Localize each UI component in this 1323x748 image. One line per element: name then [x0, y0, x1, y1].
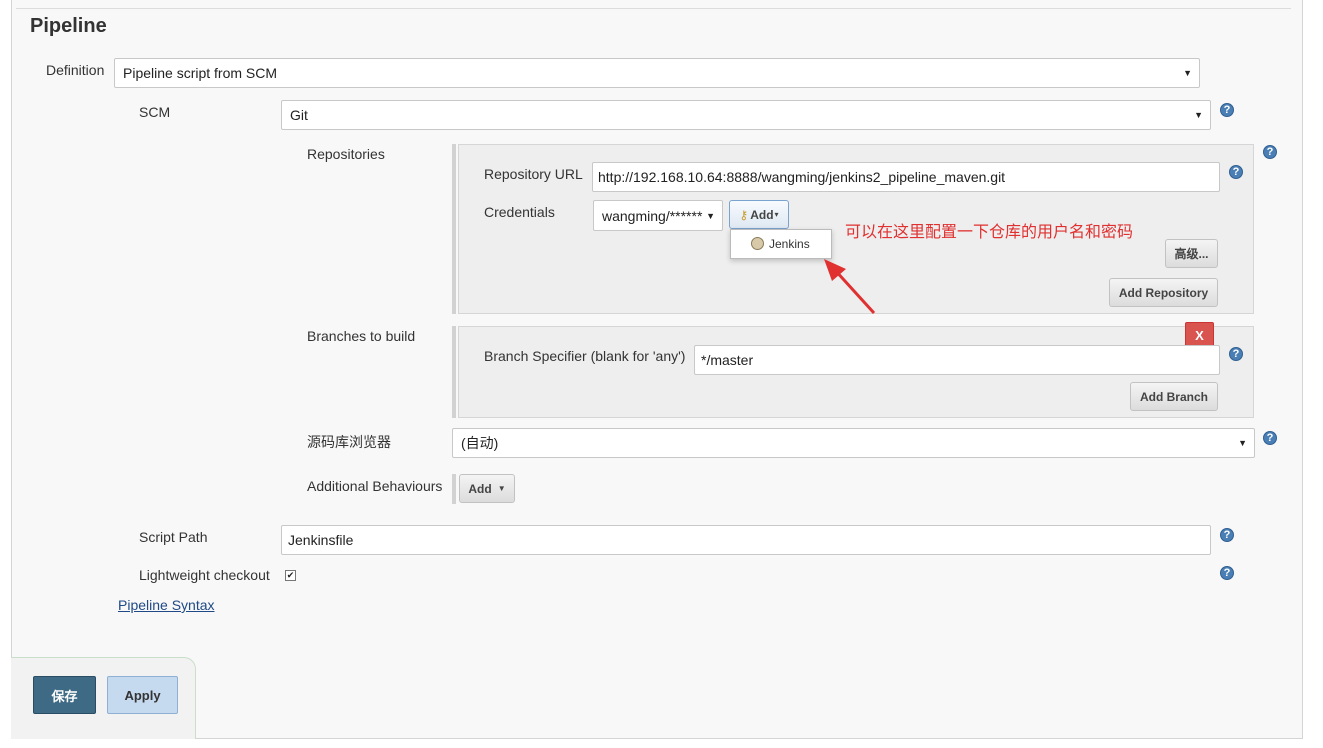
help-icon[interactable]: ?: [1229, 347, 1243, 361]
credentials-value: wangming/******: [602, 207, 703, 224]
save-label: 保存: [51, 688, 78, 704]
advanced-label: 高级...: [1174, 247, 1209, 261]
lightweight-checkout-label: Lightweight checkout: [139, 567, 270, 583]
repository-url-value: http://192.168.10.64:8888/wangming/jenki…: [598, 169, 1006, 185]
credentials-select[interactable]: wangming/****** ▼: [593, 200, 723, 231]
branch-specifier-input[interactable]: */master: [694, 345, 1220, 375]
branch-specifier-label: Branch Specifier (blank for 'any'): [484, 348, 686, 364]
repositories-label: Repositories: [307, 146, 385, 162]
definition-select[interactable]: Pipeline script from SCM ▼: [114, 58, 1200, 88]
definition-label: Definition: [46, 62, 105, 78]
credentials-label: Credentials: [484, 204, 555, 220]
add-credentials-label: Add: [750, 207, 774, 222]
jenkins-icon: [751, 237, 764, 250]
chevron-down-icon: ▼: [706, 210, 715, 221]
additional-behaviours-label: Additional Behaviours: [307, 478, 443, 494]
pipeline-syntax-link[interactable]: Pipeline Syntax: [118, 597, 215, 613]
repo-browser-select[interactable]: (自动) ▼: [452, 428, 1255, 458]
caret-down-icon: ▾: [774, 210, 779, 219]
branches-label: Branches to build: [307, 328, 416, 344]
help-icon[interactable]: ?: [1220, 103, 1234, 117]
script-path-input[interactable]: Jenkinsfile: [281, 525, 1211, 555]
help-icon[interactable]: ?: [1220, 566, 1234, 580]
save-button[interactable]: 保存: [33, 676, 96, 714]
help-icon[interactable]: ?: [1220, 528, 1234, 542]
chevron-down-icon: ▼: [1194, 110, 1203, 120]
add-behaviour-label: Add: [468, 481, 492, 496]
delete-branch-label: X: [1195, 328, 1204, 343]
branches-bar: [452, 326, 456, 418]
credentials-dropdown-menu: Jenkins: [730, 229, 832, 259]
definition-value: Pipeline script from SCM: [123, 65, 278, 81]
add-behaviour-button[interactable]: Add ▼: [459, 474, 515, 503]
divider: [16, 8, 1291, 9]
section-title: Pipeline: [30, 15, 107, 37]
add-repository-button[interactable]: Add Repository: [1109, 278, 1218, 307]
branch-specifier-value: */master: [701, 352, 754, 368]
annotation-text: 可以在这里配置一下仓库的用户名和密码: [845, 222, 1134, 241]
apply-label: Apply: [124, 687, 161, 703]
caret-down-icon: ▼: [497, 484, 506, 493]
dropdown-item-jenkins[interactable]: Jenkins: [769, 237, 810, 251]
scm-label: SCM: [139, 104, 171, 120]
key-icon: ⚷: [739, 207, 749, 222]
additional-behaviours-bar: [452, 474, 456, 504]
advanced-button[interactable]: 高级...: [1165, 239, 1218, 268]
script-path-value: Jenkinsfile: [288, 532, 354, 548]
scm-value: Git: [290, 107, 308, 123]
help-icon[interactable]: ?: [1263, 431, 1277, 445]
annotation-arrow-line: [832, 267, 876, 315]
add-credentials-button[interactable]: ⚷ Add ▾: [729, 200, 789, 229]
chevron-down-icon: ▼: [1238, 438, 1247, 448]
lightweight-checkout-checkbox[interactable]: ✔: [285, 570, 296, 581]
repository-url-input[interactable]: http://192.168.10.64:8888/wangming/jenki…: [592, 162, 1220, 192]
scm-select[interactable]: Git ▼: [281, 100, 1211, 130]
annotation-arrow: [824, 259, 876, 315]
add-branch-button[interactable]: Add Branch: [1130, 382, 1218, 411]
script-path-label: Script Path: [139, 529, 208, 545]
repository-url-label: Repository URL: [484, 166, 583, 182]
add-repository-label: Add Repository: [1118, 285, 1209, 300]
repo-browser-value: (自动): [461, 435, 499, 451]
repo-browser-label: 源码库浏览器: [307, 434, 391, 450]
apply-button[interactable]: Apply: [107, 676, 178, 714]
help-icon[interactable]: ?: [1263, 145, 1277, 159]
add-branch-label: Add Branch: [1139, 389, 1208, 404]
chevron-down-icon: ▼: [1183, 68, 1192, 78]
repositories-bar: [452, 144, 456, 314]
help-icon[interactable]: ?: [1229, 165, 1243, 179]
